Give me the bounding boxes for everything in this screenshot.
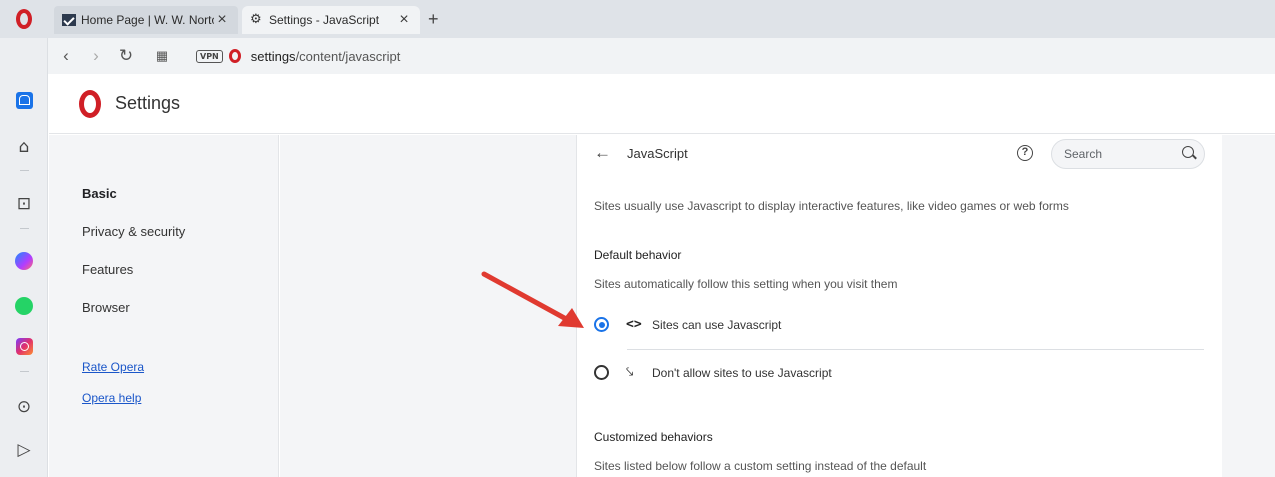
norton-favicon-icon — [62, 14, 76, 26]
sidebar-send-icon[interactable]: ▷ — [0, 438, 48, 462]
code-off-icon: ⤥ — [626, 365, 634, 380]
vpn-badge[interactable]: VPN — [196, 49, 223, 63]
forward-button[interactable]: › — [84, 46, 108, 66]
description-text: Sites usually use Javascript to display … — [594, 199, 1069, 213]
nav-item-basic[interactable]: Basic — [82, 186, 117, 201]
opera-help-link[interactable]: Opera help — [82, 391, 141, 405]
reload-button[interactable]: ↻ — [114, 46, 138, 66]
address-bar: ‹ › ↻ ▦ VPN settings/content/javascript — [48, 38, 1275, 74]
search-icon[interactable] — [1182, 146, 1194, 158]
page-title: Settings — [115, 93, 181, 113]
search-input[interactable] — [1064, 147, 1174, 161]
sidebar: ⌂ ⊡ ⊙ ▷ — [0, 38, 48, 477]
opera-page-icon — [228, 49, 241, 63]
customized-behaviors-subtext: Sites listed below follow a custom setti… — [594, 459, 927, 473]
gear-icon: ⚙ — [250, 12, 262, 27]
javascript-settings-card: ← JavaScript ? Sites usually use Javascr… — [576, 135, 1222, 477]
tab-close-icon[interactable]: × — [214, 11, 230, 29]
option-label: Don't allow sites to use Javascript — [652, 365, 832, 380]
content-gutter — [280, 135, 576, 477]
search-box[interactable] — [1051, 139, 1205, 169]
radio-block[interactable] — [594, 365, 609, 380]
opera-logo-icon — [16, 9, 32, 29]
new-tab-button[interactable]: + — [428, 9, 439, 30]
content-gutter-right — [1222, 135, 1275, 477]
opera-logo-icon — [79, 89, 101, 118]
sidebar-speed-dial-icon[interactable]: ⌂ — [0, 135, 48, 159]
help-icon[interactable]: ? — [1017, 145, 1033, 161]
rate-opera-link[interactable]: Rate Opera — [82, 360, 144, 374]
tab-title: Settings - JavaScript — [269, 13, 380, 27]
back-button[interactable]: ‹ — [54, 46, 78, 66]
option-block-javascript[interactable]: ⤥ Don't allow sites to use Javascript — [594, 365, 832, 380]
tab-title: Home Page | W. W. Norton — [81, 13, 214, 27]
url-path: /content/javascript — [295, 48, 401, 64]
nav-item-browser[interactable]: Browser — [82, 300, 130, 315]
url-field[interactable]: settings/content/javascript — [251, 49, 401, 64]
tab-close-icon[interactable]: × — [396, 11, 412, 29]
divider — [627, 349, 1204, 350]
default-behavior-heading: Default behavior — [594, 248, 682, 262]
section-title: JavaScript — [627, 146, 688, 161]
sidebar-shopping-bag-icon[interactable]: ⊡ — [0, 192, 48, 216]
sidebar-home-icon[interactable] — [0, 88, 48, 112]
opera-menu-button[interactable] — [0, 0, 48, 38]
nav-item-features[interactable]: Features — [82, 262, 133, 277]
tab-norton[interactable]: Home Page | W. W. Norton × — [54, 6, 238, 34]
tabs-overview-button[interactable]: ▦ — [150, 48, 174, 64]
url-host: settings — [250, 48, 296, 64]
settings-nav: Basic Privacy & security Features Browse… — [49, 135, 279, 477]
back-arrow-icon[interactable]: ← — [594, 143, 611, 163]
sidebar-messenger-icon[interactable] — [0, 249, 48, 273]
tab-strip: Home Page | W. W. Norton × ⚙ Settings - … — [0, 0, 1275, 38]
option-label: Sites can use Javascript — [652, 317, 782, 332]
settings-header: Settings — [49, 74, 1275, 134]
tab-settings[interactable]: ⚙ Settings - JavaScript × — [242, 6, 420, 34]
default-behavior-subtext: Sites automatically follow this setting … — [594, 277, 898, 291]
radio-allow[interactable] — [594, 317, 609, 332]
customized-behaviors-heading: Customized behaviors — [594, 430, 713, 444]
sidebar-player-icon[interactable]: ⊙ — [0, 395, 48, 419]
option-allow-javascript[interactable]: <> Sites can use Javascript — [594, 317, 781, 332]
sidebar-instagram-icon[interactable] — [0, 334, 48, 358]
sidebar-whatsapp-icon[interactable] — [0, 294, 48, 318]
nav-item-privacy-security[interactable]: Privacy & security — [82, 224, 185, 239]
code-icon: <> — [626, 317, 642, 332]
